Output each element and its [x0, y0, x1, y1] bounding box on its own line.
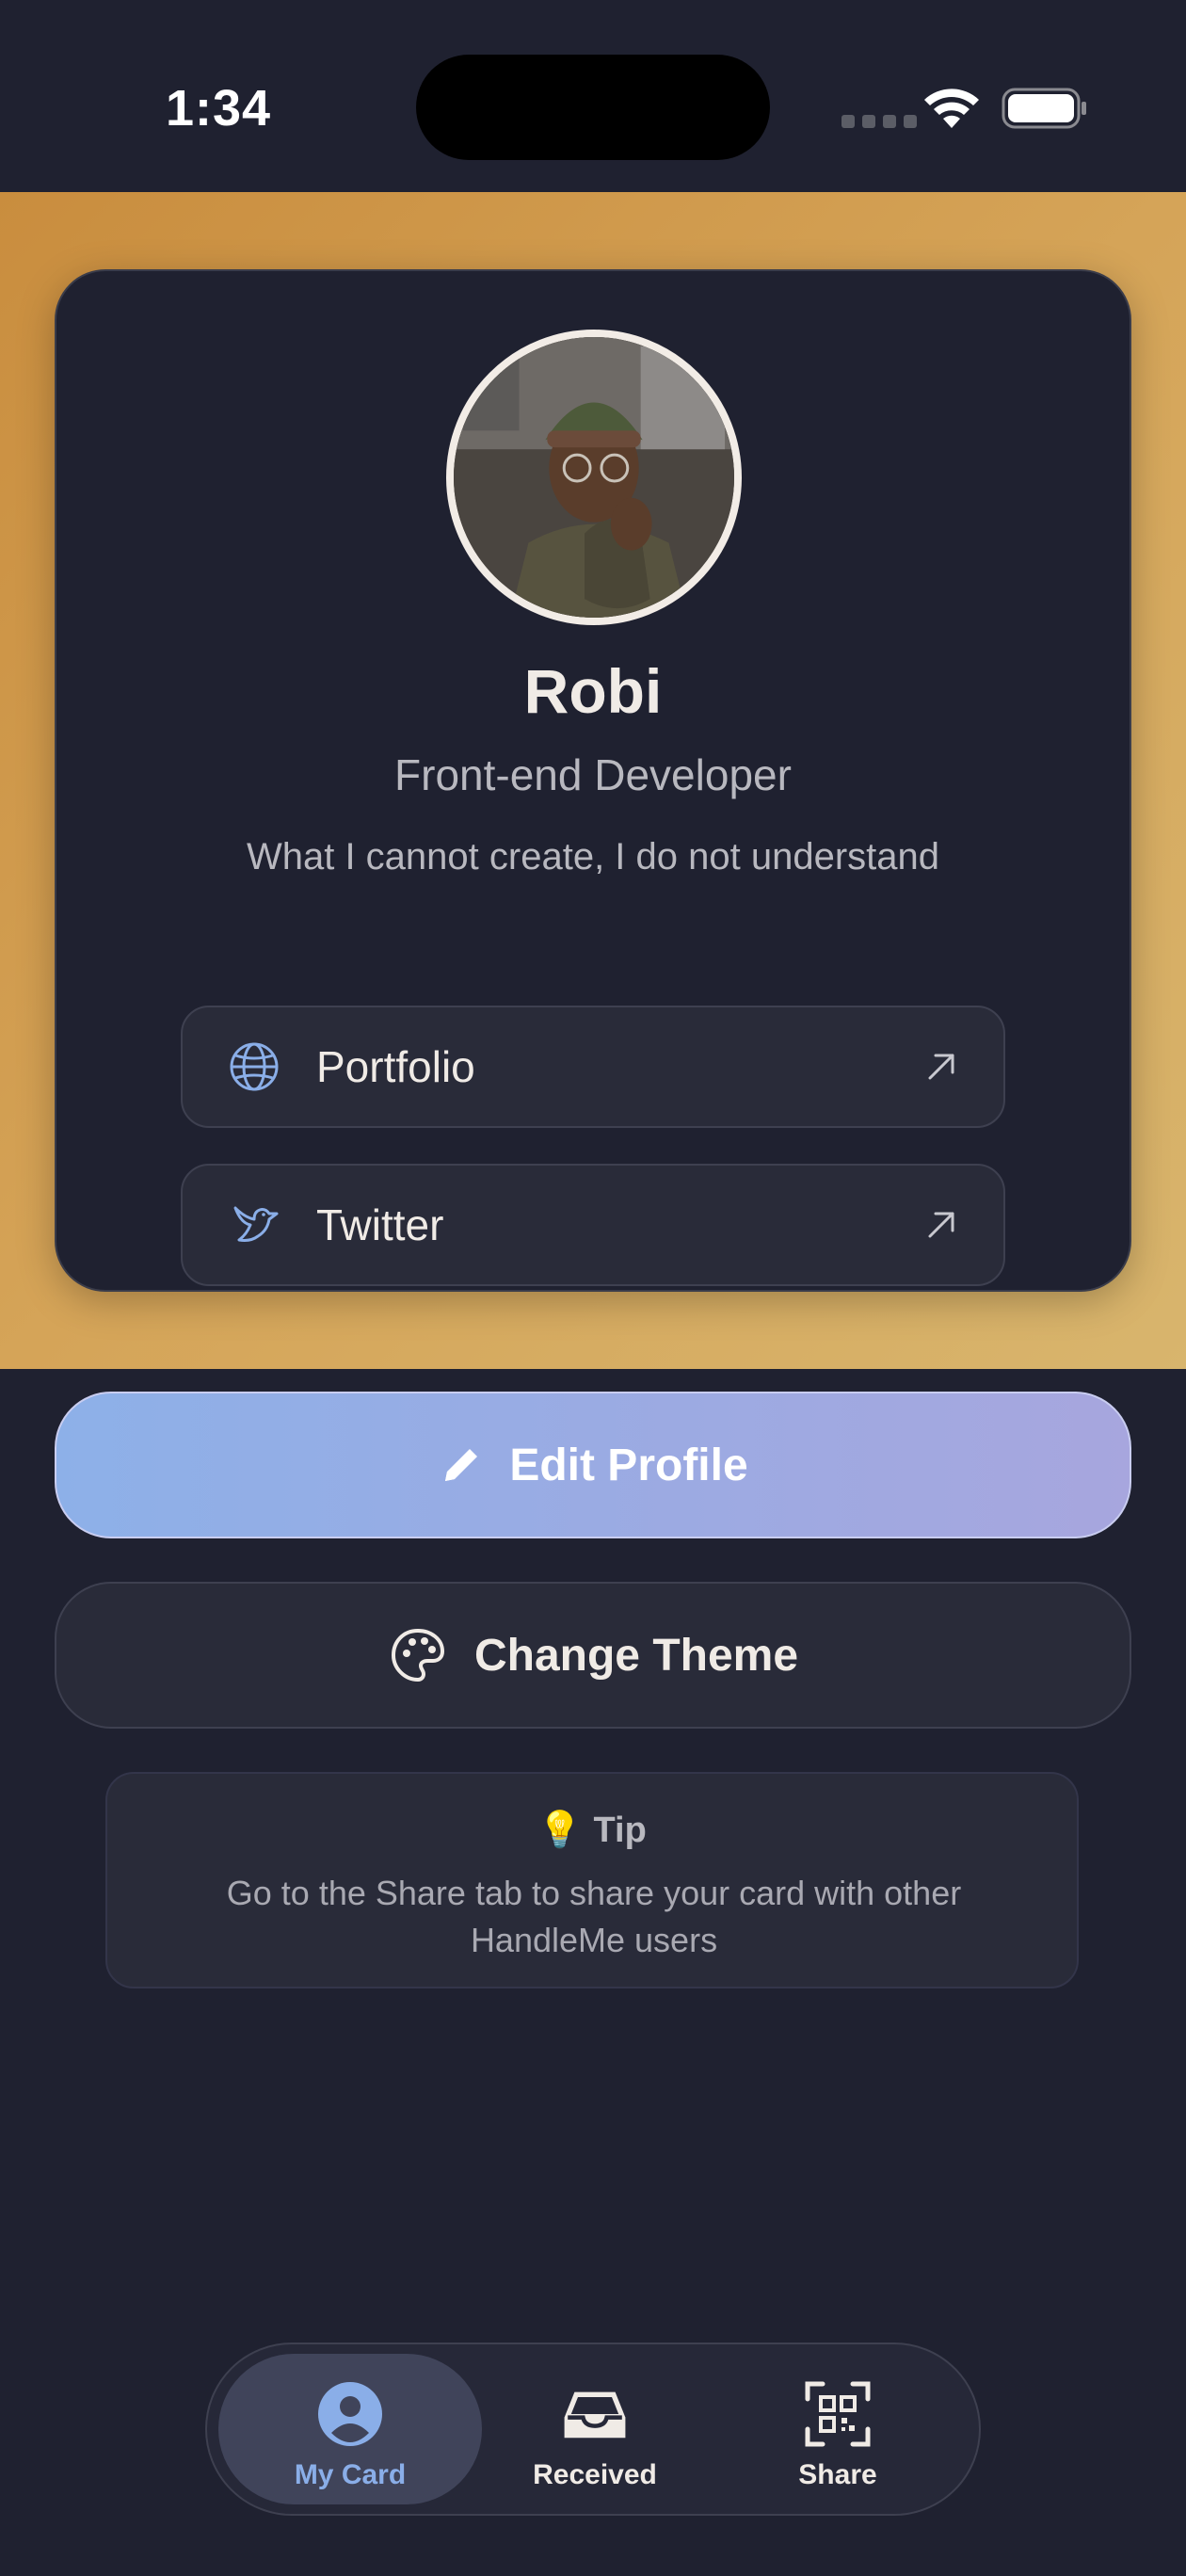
link-twitter[interactable]: Twitter — [181, 1164, 1005, 1286]
tab-received[interactable]: Received — [463, 2354, 727, 2504]
tab-label: Received — [533, 2459, 657, 2490]
dynamic-island — [416, 55, 770, 160]
change-theme-label: Change Theme — [473, 1630, 799, 1681]
cellular-signal-icon — [841, 115, 917, 128]
tip-box: 💡 Tip Go to the Share tab to share your c… — [105, 1772, 1079, 1988]
tip-heading: 💡 Tip — [107, 1810, 1077, 1851]
edit-profile-label: Edit Profile — [509, 1440, 748, 1490]
tab-share[interactable]: Share — [706, 2354, 970, 2504]
external-arrow-icon — [928, 1054, 954, 1080]
person-icon — [318, 2382, 382, 2446]
external-arrow-icon — [928, 1212, 954, 1238]
inbox-icon — [564, 2391, 626, 2439]
tab-my-card[interactable]: My Card — [218, 2354, 482, 2504]
battery-icon — [1002, 88, 1086, 129]
qr-code-icon — [805, 2381, 871, 2447]
profile-title: Front-end Developer — [394, 750, 792, 799]
tab-bar: My Card Received Share — [205, 2343, 981, 2516]
link-label: Twitter — [316, 1200, 444, 1249]
status-bar: 1:34 — [0, 0, 1186, 192]
tab-label: Share — [798, 2459, 877, 2490]
lightbulb-icon: 💡 — [537, 1811, 583, 1850]
link-label: Portfolio — [316, 1042, 475, 1091]
change-theme-button[interactable]: Change Theme — [55, 1582, 1131, 1729]
wifi-icon — [924, 89, 979, 128]
tip-heading-label: Tip — [593, 1811, 647, 1850]
edit-profile-button[interactable]: Edit Profile — [55, 1392, 1131, 1538]
app-screen: 1:34 Robi Front-end Developer What I can… — [0, 0, 1186, 2576]
palette-icon — [391, 1629, 444, 1682]
status-time: 1:34 — [166, 80, 272, 137]
globe-icon — [230, 1042, 279, 1091]
bird-icon — [233, 1206, 279, 1242]
profile-bio: What I cannot create, I do not understan… — [246, 836, 939, 877]
avatar-photo — [454, 337, 734, 618]
link-portfolio[interactable]: Portfolio — [181, 1006, 1005, 1128]
profile-hero: Robi Front-end Developer What I cannot c… — [0, 192, 1186, 1369]
avatar — [446, 330, 742, 625]
pencil-icon — [445, 1449, 478, 1481]
tab-label: My Card — [294, 2459, 407, 2490]
profile-name: Robi — [523, 656, 663, 726]
tip-text: Go to the Share tab to share your card w… — [226, 1874, 962, 1959]
profile-card: Robi Front-end Developer What I cannot c… — [55, 269, 1131, 1292]
